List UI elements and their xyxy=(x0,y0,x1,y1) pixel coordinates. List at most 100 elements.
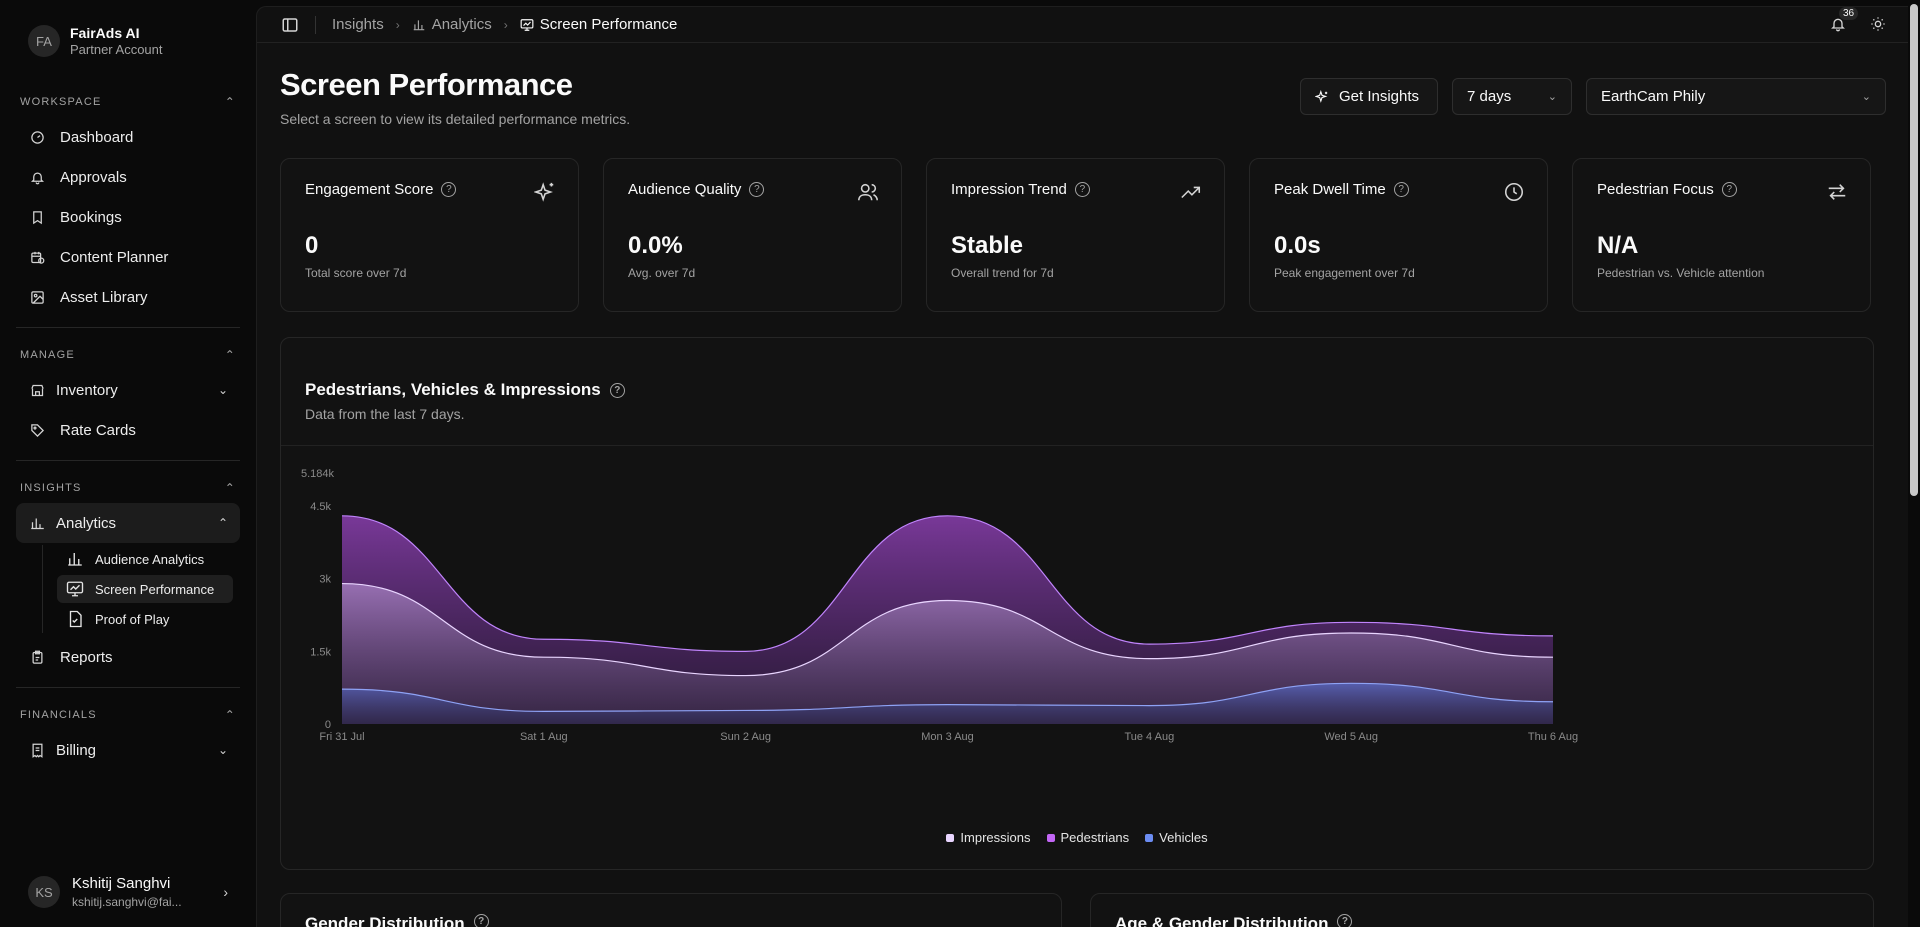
sidebar-divider xyxy=(16,327,240,328)
x-tick-label: Sun 2 Aug xyxy=(720,731,771,743)
account-switcher[interactable]: FA FairAds AI Partner Account xyxy=(0,0,256,60)
traffic-chart-card: Pedestrians, Vehicles & Impressions? Dat… xyxy=(280,337,1874,870)
clock-icon xyxy=(1503,181,1525,203)
calendar-clock-icon xyxy=(28,248,46,266)
legend-item-vehicles[interactable]: Vehicles xyxy=(1145,830,1208,845)
chevron-right-icon: › xyxy=(503,17,508,32)
help-icon[interactable]: ? xyxy=(749,182,765,197)
page-title: Screen Performance xyxy=(280,67,573,102)
scrollbar-thumb[interactable] xyxy=(1910,4,1918,496)
kpi-card-impression-trend: Impression Trend? Stable Overall trend f… xyxy=(926,158,1225,312)
legend-swatch xyxy=(1046,833,1055,842)
sidebar-item-label: Reports xyxy=(60,648,113,666)
theme-toggle[interactable] xyxy=(1870,16,1888,34)
sidebar-item-rate-cards[interactable]: Rate Cards xyxy=(16,410,240,450)
notifications-button[interactable]: 36 xyxy=(1830,7,1859,34)
get-insights-label: Get Insights xyxy=(1339,88,1420,105)
chevron-up-icon: ⌃ xyxy=(224,95,236,109)
sidebar-subitem-audience-analytics[interactable]: Audience Analytics xyxy=(57,545,233,573)
workspace-section-title: WORKSPACE xyxy=(20,96,102,108)
manage-section-title: MANAGE xyxy=(20,349,75,361)
gender-distribution-card: Gender Distribution? xyxy=(280,893,1062,927)
account-avatar: FA xyxy=(28,25,60,57)
help-icon[interactable]: ? xyxy=(1721,182,1737,197)
user-avatar: KS xyxy=(28,876,60,908)
account-type: Partner Account xyxy=(70,42,163,57)
help-icon[interactable]: ? xyxy=(1074,182,1090,197)
bell-icon xyxy=(28,168,46,186)
breadcrumb-analytics[interactable]: Analytics xyxy=(412,16,492,33)
x-tick-label: Mon 3 Aug xyxy=(921,731,974,743)
manage-section-toggle[interactable]: MANAGE ⌃ xyxy=(16,340,240,370)
sidebar-item-billing[interactable]: Billing ⌄ xyxy=(16,730,240,770)
chevron-up-icon: ⌃ xyxy=(224,481,236,495)
sidebar-item-inventory[interactable]: Inventory ⌄ xyxy=(16,370,240,410)
kpi-description: Overall trend for 7d xyxy=(951,266,1054,280)
help-icon[interactable]: ? xyxy=(609,382,625,398)
sidebar-item-label: Dashboard xyxy=(60,128,134,146)
legend-swatch xyxy=(1145,833,1154,842)
kpi-value: Stable xyxy=(951,232,1024,259)
trending-up-icon xyxy=(1180,181,1202,203)
help-icon[interactable]: ? xyxy=(1337,914,1353,927)
sidebar-item-content-planner[interactable]: Content Planner xyxy=(16,237,240,277)
breadcrumb-label: Analytics xyxy=(431,16,492,33)
kpi-row: Engagement Score? 0 Total score over 7d … xyxy=(280,158,1871,312)
screen-select[interactable]: EarthCam Phily ⌄ xyxy=(1586,78,1886,115)
kpi-description: Pedestrian vs. Vehicle attention xyxy=(1597,266,1765,280)
breadcrumb-screen-performance: Screen Performance xyxy=(520,16,678,33)
user-menu[interactable]: KS Kshitij Sanghvi kshitij.sanghvi@fai..… xyxy=(16,867,240,917)
sidebar-subitem-proof-of-play[interactable]: Proof of Play xyxy=(57,605,233,633)
sidebar-item-label: Billing xyxy=(56,741,97,759)
y-tick-label: 1.5k xyxy=(310,646,331,658)
insights-section-title: INSIGHTS xyxy=(20,482,82,494)
sidebar-toggle-icon[interactable] xyxy=(281,16,299,34)
sidebar-subitem-screen-performance[interactable]: Screen Performance xyxy=(57,575,233,603)
clipboard-icon xyxy=(28,648,46,666)
page-header: Screen Performance Select a screen to vi… xyxy=(280,67,630,127)
sidebar-item-dashboard[interactable]: Dashboard xyxy=(16,117,240,157)
kpi-card-engagement-score: Engagement Score? 0 Total score over 7d xyxy=(280,158,579,312)
screen-value: EarthCam Phily xyxy=(1601,88,1706,105)
legend-item-pedestrians[interactable]: Pedestrians xyxy=(1046,830,1129,845)
bookmark-icon xyxy=(28,208,46,226)
chevron-right-icon: › xyxy=(395,17,400,32)
file-check-icon xyxy=(65,609,85,629)
help-icon[interactable]: ? xyxy=(1393,182,1409,197)
monitor-chart-icon xyxy=(520,18,534,31)
main-content: Insights › Analytics › Screen Performanc… xyxy=(256,6,1908,927)
page-scrollbar[interactable] xyxy=(1908,0,1920,927)
analytics-submenu: Audience Analytics Screen Performance Pr… xyxy=(42,545,240,633)
breadcrumb-insights[interactable]: Insights xyxy=(332,16,384,33)
breadcrumb-label: Screen Performance xyxy=(539,16,678,33)
bar-chart-icon xyxy=(65,549,85,569)
sidebar-item-bookings[interactable]: Bookings xyxy=(16,197,240,237)
period-select[interactable]: 7 days ⌄ xyxy=(1452,78,1572,115)
sidebar-item-asset-library[interactable]: Asset Library xyxy=(16,277,240,317)
get-insights-button[interactable]: Get Insights xyxy=(1300,78,1438,115)
chevron-up-icon: ⌃ xyxy=(224,348,236,362)
image-icon xyxy=(28,288,46,306)
help-icon[interactable]: ? xyxy=(441,182,457,197)
sidebar-item-analytics[interactable]: Analytics ⌃ xyxy=(16,503,240,543)
legend-label: Impressions xyxy=(960,830,1031,845)
sidebar-item-reports[interactable]: Reports xyxy=(16,637,240,677)
sidebar-item-label: Bookings xyxy=(60,208,122,226)
user-email: kshitij.sanghvi@fai... xyxy=(72,895,182,909)
help-icon[interactable]: ? xyxy=(473,914,489,927)
kpi-card-pedestrian-focus: Pedestrian Focus? N/A Pedestrian vs. Veh… xyxy=(1572,158,1871,312)
insights-section-toggle[interactable]: INSIGHTS ⌃ xyxy=(16,473,240,503)
legend-item-impressions[interactable]: Impressions xyxy=(946,830,1031,845)
sidebar-item-label: Analytics xyxy=(56,514,117,532)
sidebar-item-approvals[interactable]: Approvals xyxy=(16,157,240,197)
y-tick-label: 0 xyxy=(325,719,331,731)
page-subtitle: Select a screen to view its detailed per… xyxy=(280,111,631,127)
kpi-title: Audience Quality xyxy=(628,181,742,198)
chevron-down-icon: ⌄ xyxy=(1861,91,1871,103)
financials-section-toggle[interactable]: FINANCIALS ⌃ xyxy=(16,700,240,730)
period-value: 7 days xyxy=(1467,88,1512,105)
workspace-section-toggle[interactable]: WORKSPACE ⌃ xyxy=(16,87,240,117)
kpi-title: Engagement Score xyxy=(305,181,434,198)
sidebar-subitem-label: Audience Analytics xyxy=(95,551,205,567)
chevron-up-icon: ⌃ xyxy=(217,516,228,530)
